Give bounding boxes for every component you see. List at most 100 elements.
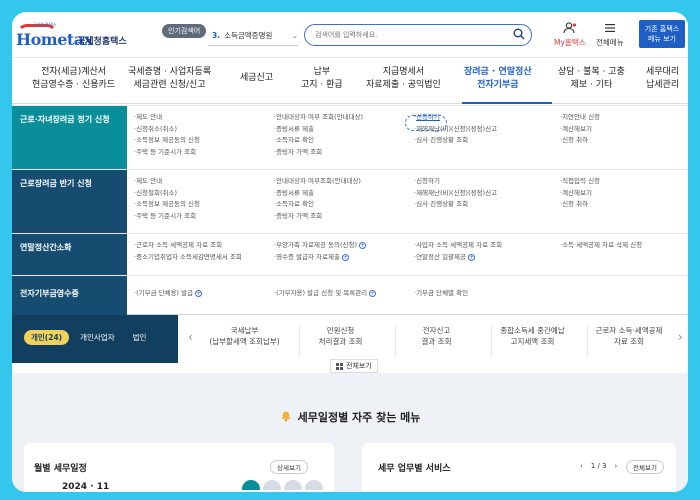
menu-link[interactable]: · 소득자료 확인: [274, 135, 363, 147]
gnb-item-einvoice[interactable]: 전자(세금)계산서 현금영수증 · 신용카드: [32, 66, 115, 92]
menu-link[interactable]: · 신청취소(취소): [134, 124, 200, 136]
chevron-right-icon[interactable]: ›: [615, 462, 618, 470]
faq-title-text: 세무일정별 자주 찾는 메뉴: [297, 411, 421, 424]
menu-col: · 부양가족 자료제공 동의(신청) + · 영수증 발급자 자료제출 +: [274, 240, 367, 264]
menu-link[interactable]: · 심사 진행상황 조회: [414, 135, 497, 147]
menu-link[interactable]: · 심사 진행상황 조회: [414, 199, 497, 211]
menu-col: · 제도 안내 · 신청철회(취소) · 소득정보 제공동의 신청 · 주택 등…: [134, 176, 200, 222]
quick-label: 근로자 소득·세액공제: [595, 326, 663, 335]
popular-term: 소득금액증명원: [224, 31, 273, 40]
menu-link[interactable]: · 안내대상자 여부조회(안내대상): [274, 176, 361, 188]
chevron-right-icon[interactable]: ›: [678, 330, 683, 344]
menu-row-title[interactable]: 연말정산간소화: [12, 234, 127, 275]
menu-link[interactable]: · (기부자용) 발급 신청 및 목록관리 +: [274, 288, 377, 300]
menu-link[interactable]: · 연말정산 일괄제공 +: [414, 252, 502, 264]
tab-sole-proprietor[interactable]: 개인사업자: [73, 330, 122, 345]
gnb-label: 자료제출 · 공익법인: [366, 80, 441, 90]
menu-link[interactable]: · 증빙서류 제출: [274, 124, 363, 136]
date-tab[interactable]: [305, 480, 323, 490]
old-menu-button[interactable]: 기존 홈택스 메뉴 보기: [639, 20, 685, 48]
quick-item-deduction-data[interactable]: 근로자 소득·세액공제 자료 조회: [574, 325, 684, 357]
menu-link[interactable]: · 신청 취하: [560, 199, 600, 211]
menu-link[interactable]: · 안내대상자 여부 조회(안내대상): [274, 112, 363, 124]
gnb-item-tax-return[interactable]: 세금신고: [240, 72, 273, 85]
pager-text: 1 / 3: [590, 462, 607, 470]
menu-link[interactable]: · 소득·세액공제 자료 삭제 신청: [560, 240, 642, 252]
user-type-panel: 개인(24) 개인사업자 법인: [12, 315, 178, 363]
menu-row-title[interactable]: 근로·자녀장려금 정기 신청: [12, 106, 127, 169]
menu-link[interactable]: · 소득정보 제공동의 신청: [134, 135, 200, 147]
chevron-left-icon[interactable]: ‹: [580, 462, 583, 470]
top-header: 국세청 홈택스 Hometax 국세청홈택스 인기검색어 3. 소득금액증명원 …: [12, 12, 688, 58]
menu-row-year-end: 연말정산간소화 · 근로자 소득·세액공제 자료 조회 · 중소기업취업자 소득…: [12, 233, 688, 275]
date-tab[interactable]: [263, 480, 281, 490]
menu-link[interactable]: · 제도 안내: [134, 176, 200, 188]
quick-item-e-filing[interactable]: 전자신고 결과 조회: [382, 325, 492, 357]
menu-link[interactable]: · (기부금 단체용) 발급 +: [134, 288, 203, 300]
menu-link[interactable]: · 제도 안내: [134, 112, 200, 124]
menu-link[interactable]: · 부양가족 자료제공 동의(신청) +: [274, 240, 367, 252]
my-hometax-button[interactable]: My홈택스: [554, 22, 586, 48]
menu-row-donation: 전자기부금영수증 · (기부금 단체용) 발급 + · (기부자용) 발급 신청 …: [12, 275, 688, 315]
service-view-all-button[interactable]: 전체보기: [626, 460, 664, 474]
gnb-item-consultation[interactable]: 상담 · 불복 · 고충 제보 · 기타: [558, 66, 625, 92]
schedule-detail-button[interactable]: 상세보기: [270, 460, 308, 474]
menu-link[interactable]: · 직접입력 신청: [560, 176, 600, 188]
user-type-tabs: 개인(24) 개인사업자 법인: [24, 330, 153, 345]
plus-icon: +: [195, 290, 203, 298]
menu-link[interactable]: · 계산해보기: [560, 188, 600, 200]
date-tab[interactable]: [242, 480, 260, 490]
menu-row-title[interactable]: 근로장려금 반기 신청: [12, 170, 127, 233]
quick-item-civil-petition[interactable]: 민원신청 처리결과 조회: [286, 325, 396, 357]
main-navigation: 전자(세금)계산서 현금영수증 · 신용카드 국세증명 · 사업자등록 세금관련 신…: [12, 62, 688, 104]
gnb-item-agent[interactable]: 세무대리납세관리: [646, 66, 679, 92]
search-input[interactable]: [315, 28, 505, 42]
gnb-label: 전자기부금: [477, 80, 519, 90]
service-card: 세무 업무별 서비스 전체보기: [362, 443, 676, 492]
menu-link[interactable]: · 주택 등 기준시가 조회: [134, 211, 200, 223]
menu-link[interactable]: · 지연안내 신청: [560, 112, 600, 124]
all-menu-button[interactable]: 전체메뉴: [596, 22, 624, 48]
date-tab[interactable]: [284, 480, 302, 490]
tab-individual[interactable]: 개인(24): [24, 330, 70, 345]
search-icon[interactable]: [513, 28, 525, 40]
gnb-item-incentive[interactable]: 장려금 · 연말정산 전자기부금: [464, 66, 532, 92]
logo-tagline: 국세청 홈택스: [33, 22, 57, 27]
gnb-item-payment[interactable]: 납부 고지 · 환급: [301, 66, 343, 92]
gnb-label: 국세증명 · 사업자등록: [128, 67, 212, 77]
menu-link[interactable]: · 사업자 소득·세액공제 자료 조회: [414, 240, 502, 252]
menu-link[interactable]: · 주택 등 기준시가 조회: [134, 147, 200, 159]
menu-link[interactable]: · 증빙서류 제출: [274, 188, 361, 200]
menu-link[interactable]: · 소득자료 확인: [274, 199, 361, 211]
menu-link-apply[interactable]: · 신청하기: [414, 112, 497, 124]
hometax-logo[interactable]: 국세청 홈택스 Hometax 국세청홈택스: [15, 22, 135, 50]
menu-link[interactable]: · 신청 취하: [560, 135, 600, 147]
menu-link[interactable]: · 영수증 발급자 자료제출 +: [274, 252, 366, 264]
menu-link[interactable]: · 재해재난(비)(신청)(정정)신고: [414, 188, 497, 200]
menu-link[interactable]: · 증빙자 가액 조회: [274, 147, 363, 159]
menu-row-title[interactable]: 전자기부금영수증: [12, 276, 127, 315]
menu-link[interactable]: · 근로자 소득·세액공제 자료 조회: [134, 240, 242, 252]
menu-link[interactable]: · 기부금 단체별 확인: [414, 288, 468, 300]
popular-search-select[interactable]: 3. 소득금액증명원 ⌄: [208, 26, 298, 46]
view-all-button[interactable]: 전체보기: [330, 359, 378, 373]
gnb-item-payment-statement[interactable]: 지급명세서 자료제출 · 공익법인: [366, 66, 441, 92]
gnb-item-certificate[interactable]: 국세증명 · 사업자등록 세금관련 신청/신고: [128, 66, 211, 92]
tab-corporation[interactable]: 법인: [126, 330, 154, 345]
gnb-label: 납세관리: [646, 80, 680, 90]
menu-link[interactable]: · 계산해보기: [560, 124, 600, 136]
quick-item-interim-prepayment[interactable]: 종합소득세 중간예납 고지세액 조회: [478, 325, 588, 357]
menu-link[interactable]: · 증빙자 가액 조회: [274, 211, 361, 223]
old-menu-line1: 기존 홈택스: [644, 25, 680, 33]
schedule-date-tabs: [242, 480, 323, 490]
menu-link[interactable]: · 소득정보 제공동의 신청: [134, 199, 200, 211]
gnb-label: 세금신고: [240, 73, 274, 83]
menu-col: · (기부자용) 발급 신청 및 목록관리 +: [274, 288, 377, 300]
menu-link[interactable]: · 신청철회(취소): [134, 188, 200, 200]
menu-link[interactable]: · 신청하기: [414, 176, 497, 188]
quick-label: 결과 조회: [421, 337, 452, 346]
menu-link[interactable]: · 재해재난(비)(신청)(정정)신고: [414, 124, 497, 136]
gnb-label: 세무대리: [646, 67, 680, 77]
quick-item-national-tax-payment[interactable]: 국세납부 (납부할세액 조회납부): [190, 325, 300, 357]
menu-link[interactable]: · 중소기업취업자 소득세감면명세서 조회: [134, 252, 242, 264]
